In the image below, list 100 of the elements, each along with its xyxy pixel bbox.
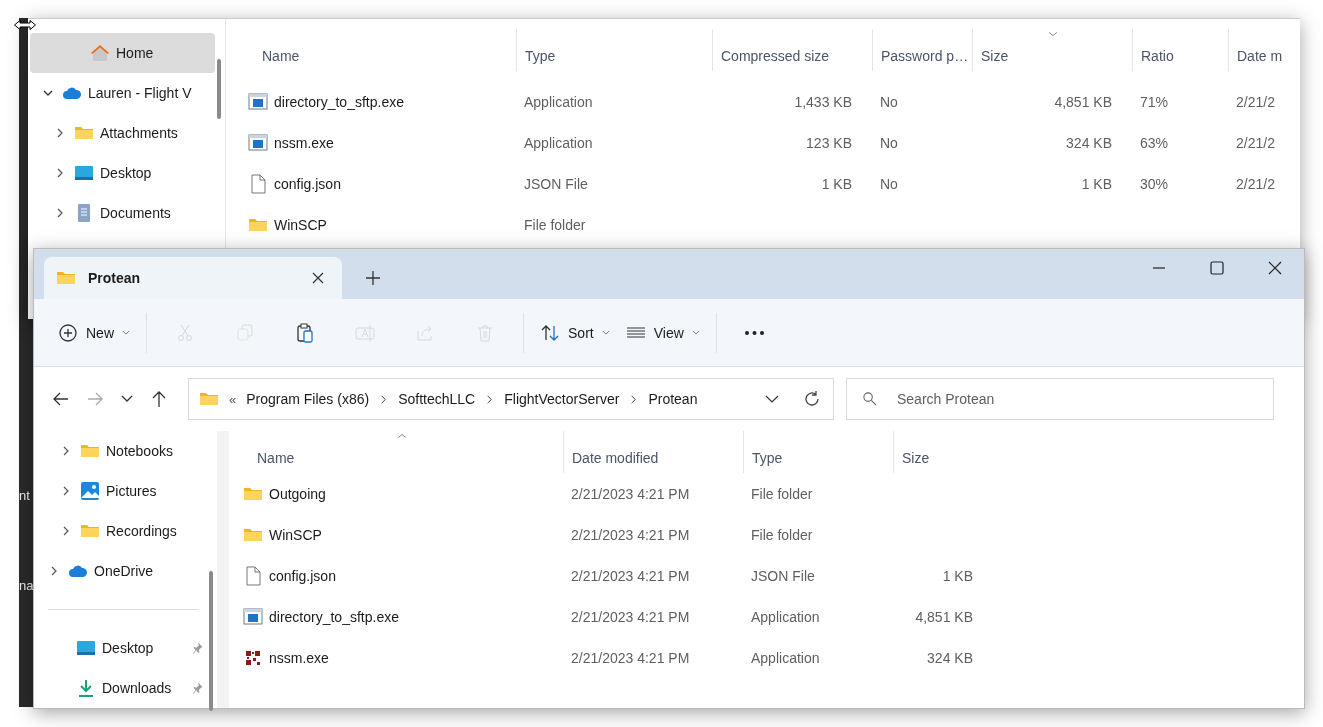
- sidebar-item[interactable]: Desktop: [36, 628, 207, 668]
- chevron-right-icon[interactable]: [629, 394, 639, 404]
- table-cell-text: 1 KB: [820, 175, 853, 192]
- table-cell-text: No: [879, 175, 899, 192]
- table-cell-text: File folder: [750, 526, 814, 543]
- sidebar-item[interactable]: Pictures: [36, 471, 207, 511]
- file-name[interactable]: directory_to_sftp.exe: [274, 93, 404, 110]
- sidebar-item[interactable]: Downloads: [36, 668, 207, 708]
- plus-circle-menu-button[interactable]: New: [50, 312, 138, 353]
- caret-icon: [122, 330, 130, 335]
- table-cell-text: Application: [750, 649, 821, 666]
- table-cell-text: 4,851 KB: [1053, 93, 1113, 110]
- table-cell-text: 4,851 KB: [914, 608, 974, 625]
- path-segment[interactable]: Protean: [648, 391, 698, 407]
- desktop-icon: [76, 638, 96, 658]
- application-icon: [248, 132, 268, 153]
- file-icon: [243, 565, 263, 586]
- table-cell-text: 30%: [1139, 175, 1170, 192]
- table-cell-text: 324 KB: [926, 649, 974, 666]
- sidebar-item[interactable]: Lauren - Flight V: [30, 73, 215, 113]
- column-header[interactable]: Date m: [1228, 29, 1300, 71]
- sidebar-item[interactable]: Attachments: [30, 113, 215, 153]
- sidebar-item[interactable]: Documents: [30, 193, 215, 233]
- application-icon: [248, 91, 268, 112]
- table-cell-text: 71%: [1139, 93, 1170, 110]
- table-cell-text: 2/21/2023 4:21 PM: [570, 649, 691, 666]
- close-icon[interactable]: [1268, 261, 1282, 275]
- column-header[interactable]: Compressed size: [712, 29, 872, 71]
- table-cell-text: 63%: [1139, 134, 1170, 151]
- column-header[interactable]: Name: [246, 29, 516, 71]
- column-header[interactable]: Ratio: [1132, 29, 1228, 71]
- file-name[interactable]: nssm.exe: [274, 134, 334, 151]
- table-cell-text: 1 KB: [1080, 175, 1113, 192]
- table-cell-text: 123 KB: [805, 134, 853, 151]
- search-field[interactable]: Search Protean: [846, 378, 1274, 420]
- table-cell-text: JSON File: [523, 175, 589, 192]
- table-cell-text: 2/21/2023 4:21 PM: [570, 485, 691, 502]
- file-name[interactable]: config.json: [274, 175, 341, 192]
- table-cell-text: 2/21/2: [1235, 134, 1276, 151]
- file-name[interactable]: WinSCP: [269, 526, 322, 543]
- file-name[interactable]: WinSCP: [274, 216, 327, 233]
- chevron-right-icon[interactable]: [485, 394, 495, 404]
- file-name[interactable]: Outgoing: [269, 485, 326, 502]
- desktop-icon: [74, 163, 94, 183]
- file-name[interactable]: nssm.exe: [269, 649, 329, 666]
- table-cell-text: Application: [750, 608, 821, 625]
- table-cell-text: File folder: [523, 216, 587, 233]
- sidebar-item[interactable]: Desktop: [30, 153, 215, 193]
- sidebar-item[interactable]: Recordings: [36, 511, 207, 551]
- table-cell-text: No: [879, 93, 899, 110]
- application-icon: [243, 606, 263, 627]
- table-cell-text: Application: [523, 93, 594, 110]
- table-cell-text: 1,433 KB: [793, 93, 853, 110]
- column-header[interactable]: Type: [743, 431, 893, 473]
- table-cell-text: 324 KB: [1065, 134, 1113, 151]
- table-cell-text: JSON File: [750, 567, 816, 584]
- table-cell-text: No: [879, 134, 899, 151]
- caret-icon: [691, 330, 700, 335]
- close-icon[interactable]: [312, 272, 324, 284]
- sidebar-item[interactable]: Notebooks: [36, 431, 207, 471]
- column-header[interactable]: Password p…: [872, 29, 972, 71]
- column-header[interactable]: Type: [516, 29, 712, 71]
- table-cell-text: 1 KB: [941, 567, 974, 584]
- sidebar-item[interactable]: OneDrive: [36, 551, 207, 591]
- column-header[interactable]: Date modified: [563, 431, 743, 473]
- download-icon: [76, 678, 96, 698]
- table-cell-text: 2/21/2023 4:21 PM: [570, 567, 691, 584]
- picture-icon: [80, 481, 100, 501]
- sidebar-item[interactable]: Home: [30, 33, 215, 73]
- chevron-right-icon[interactable]: [379, 394, 389, 404]
- caret-icon: [601, 330, 610, 335]
- back-arrow-icon[interactable]: [52, 390, 70, 408]
- text-fragment: na: [19, 578, 34, 593]
- path-segment[interactable]: FlightVectorServer: [504, 391, 620, 407]
- home-icon: [90, 43, 110, 63]
- maximize-icon[interactable]: [1210, 261, 1224, 275]
- list-view-menu-button[interactable]: View: [617, 312, 708, 353]
- file-name[interactable]: directory_to_sftp.exe: [269, 608, 399, 625]
- file-icon: [248, 173, 268, 194]
- overflow-marker[interactable]: «: [229, 391, 237, 407]
- path-segment[interactable]: SofttechLLC: [398, 391, 476, 407]
- up-arrow-icon[interactable]: [150, 390, 168, 408]
- refresh-icon[interactable]: [803, 390, 821, 408]
- table-cell-text: 2/21/2023 4:21 PM: [570, 526, 691, 543]
- address-bar[interactable]: « Program Files (x86) SofttechLLC FlightVectorServer Protean: [188, 378, 834, 420]
- file-name[interactable]: config.json: [269, 567, 336, 584]
- column-header[interactable]: Size: [972, 29, 1132, 71]
- column-header[interactable]: Size: [893, 431, 993, 473]
- scrollbar[interactable]: [217, 59, 221, 119]
- table-cell-text: 2/21/2: [1235, 175, 1276, 192]
- scrollbar[interactable]: [209, 571, 213, 711]
- table-cell-text: 2/21/2: [1235, 93, 1276, 110]
- tab[interactable]: Protean: [44, 257, 342, 299]
- new-tab-icon[interactable]: [366, 271, 380, 285]
- text-fragment: nt: [19, 488, 30, 503]
- table-cell-text: File folder: [750, 485, 814, 502]
- path-segment[interactable]: Program Files (x86): [246, 391, 370, 407]
- column-header[interactable]: Name: [241, 431, 563, 473]
- table-cell-text: 2/21/2023 4:21 PM: [570, 608, 691, 625]
- sort-menu-button[interactable]: Sort: [532, 312, 618, 353]
